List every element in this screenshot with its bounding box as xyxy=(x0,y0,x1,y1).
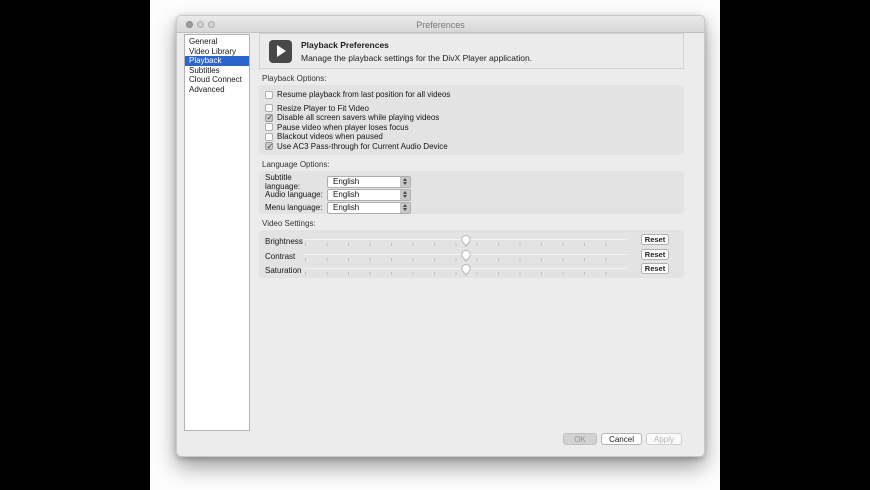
slider[interactable] xyxy=(305,263,627,276)
sidebar: General Video Library Playback Subtitles Clo… xyxy=(184,34,250,431)
video-settings-label: Video Settings: xyxy=(262,219,316,228)
sidebar-item[interactable]: Advanced xyxy=(185,85,249,95)
checkbox-row: Resume playback from last position for a… xyxy=(265,90,684,100)
slider[interactable] xyxy=(305,234,627,247)
reset-button[interactable]: Reset xyxy=(641,263,669,274)
language-options-panel: Subtitle language: English Audio languag… xyxy=(259,171,684,214)
play-triangle-icon xyxy=(277,45,286,57)
checkbox[interactable] xyxy=(265,113,273,122)
apply-button[interactable]: Apply xyxy=(645,433,682,445)
language-select[interactable]: English xyxy=(327,175,411,188)
checkbox-row: Blackout videos when paused xyxy=(265,132,684,142)
reset-button[interactable]: Reset xyxy=(641,234,669,245)
selected-value: English xyxy=(333,203,360,212)
reset-button[interactable]: Reset xyxy=(641,248,669,260)
selected-value: English xyxy=(333,190,360,199)
slider-row: Saturation Reset xyxy=(265,263,669,278)
slider-handle[interactable] xyxy=(461,263,471,276)
slider-handle[interactable] xyxy=(461,249,471,262)
checkbox-row: Pause video when player loses focus xyxy=(265,123,684,133)
dropdown-label: Subtitle language: xyxy=(265,172,301,191)
footer-buttons: OK Cancel Apply xyxy=(563,433,682,445)
slider-label: Contrast xyxy=(265,251,296,261)
dropdown-label: Menu language: xyxy=(265,203,323,212)
ok-button[interactable]: OK xyxy=(563,433,598,445)
language-options-label: Language Options: xyxy=(262,160,330,169)
stepper-icon[interactable] xyxy=(400,202,410,213)
checkbox-label: Blackout videos when paused xyxy=(277,132,383,142)
checkbox-label: Resume playback from last position for a… xyxy=(277,90,451,100)
playback-options-label: Playback Options: xyxy=(262,74,327,83)
sidebar-item[interactable]: Cloud Connect xyxy=(185,75,249,85)
slider-row: Contrast Reset xyxy=(265,248,669,264)
checkbox[interactable] xyxy=(265,104,273,113)
dropdown-row: Subtitle language: English xyxy=(265,172,684,191)
video-settings-panel: Brightness Reset Contrast Reset Saturati… xyxy=(259,230,684,278)
header-panel: Playback Preferences Manage the playback… xyxy=(259,33,684,69)
sidebar-item[interactable]: General xyxy=(185,37,249,47)
checkbox[interactable] xyxy=(265,90,273,99)
checkbox-label: Pause video when player loses focus xyxy=(277,122,409,132)
preferences-window: Preferences General Video Library Playback… xyxy=(176,15,705,457)
content: Playback Preferences Manage the playback… xyxy=(259,33,684,278)
checkbox[interactable] xyxy=(265,123,273,132)
slider-label: Brightness xyxy=(265,237,303,246)
header-subtitle: Manage the playback settings for the Div… xyxy=(301,52,533,63)
checkbox[interactable] xyxy=(265,142,273,151)
sidebar-item[interactable]: Video Library xyxy=(185,47,249,57)
checkbox-label: Resize Player to Fit Video xyxy=(277,103,369,113)
cancel-button[interactable]: Cancel xyxy=(601,433,642,445)
slider-row: Brightness Reset xyxy=(265,234,669,249)
slider-handle[interactable] xyxy=(461,234,471,247)
language-select[interactable]: English xyxy=(327,201,411,214)
selected-value: English xyxy=(333,177,360,186)
dropdown-row: Menu language: English xyxy=(265,201,684,214)
stepper-icon[interactable] xyxy=(400,176,410,187)
titlebar[interactable]: Preferences xyxy=(177,16,704,33)
language-select[interactable]: English xyxy=(327,188,411,201)
playback-options-panel: Resume playback from last position for a… xyxy=(259,85,684,155)
sidebar-item[interactable]: Subtitles xyxy=(185,66,249,76)
slider[interactable] xyxy=(305,249,627,262)
slider-label: Saturation xyxy=(265,266,302,275)
checkbox-row: Resize Player to Fit Video xyxy=(265,104,684,114)
dropdown-label: Audio language: xyxy=(265,190,323,199)
checkbox-label: Disable all screen savers while playing … xyxy=(277,113,440,123)
play-icon xyxy=(269,39,292,63)
checkbox-row: Disable all screen savers while playing … xyxy=(265,113,684,123)
dropdown-row: Audio language: English xyxy=(265,188,684,201)
window-title: Preferences xyxy=(416,20,465,30)
checkbox-label: Use AC3 Pass-through for Current Audio D… xyxy=(277,141,448,151)
header-title: Playback Preferences xyxy=(301,39,389,50)
checkbox[interactable] xyxy=(265,132,273,141)
sidebar-item[interactable]: Playback xyxy=(185,56,249,66)
checkbox-row: Use AC3 Pass-through for Current Audio D… xyxy=(265,142,684,152)
stepper-icon[interactable] xyxy=(400,189,410,200)
